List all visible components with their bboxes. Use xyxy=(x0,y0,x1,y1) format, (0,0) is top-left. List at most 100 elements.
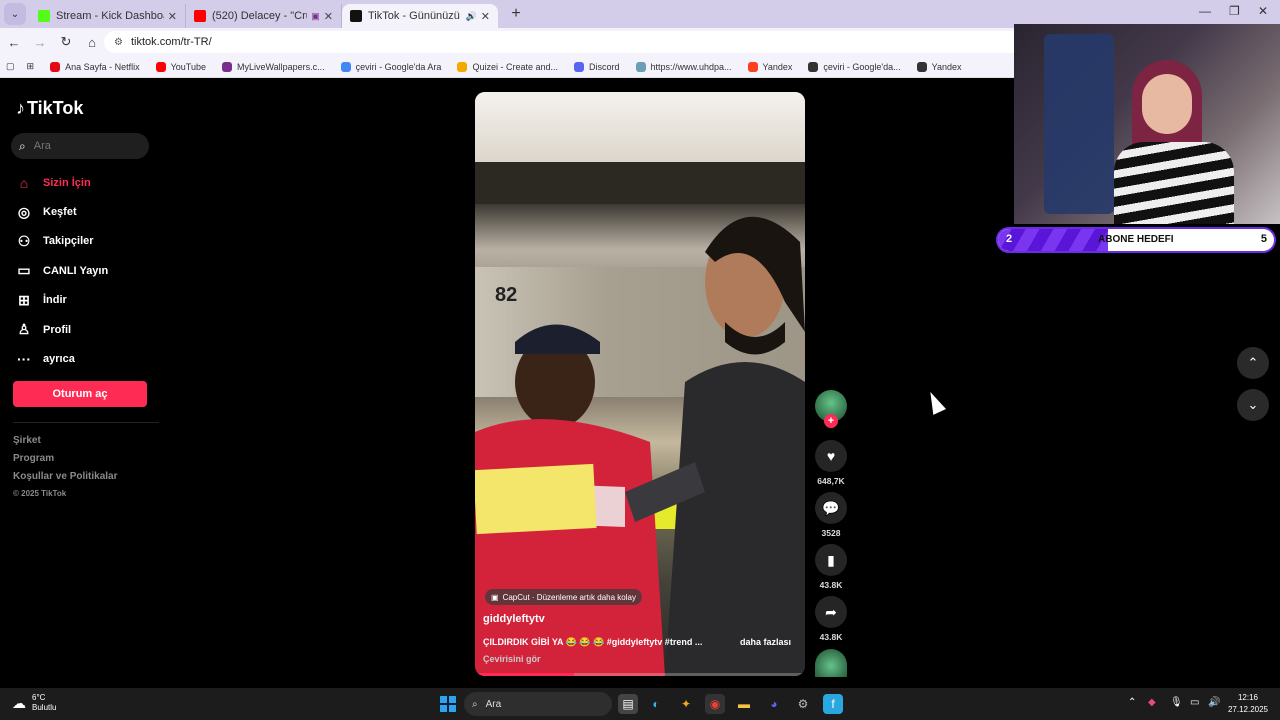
sidebar-item-live[interactable]: ▭ CANLI Yayın xyxy=(16,256,156,285)
previous-video-button[interactable]: ⌃ xyxy=(1237,347,1269,379)
video-progress-fill xyxy=(475,673,574,676)
video-username[interactable]: giddyleftytv xyxy=(483,613,545,625)
microphone-icon[interactable]: 🎙 xyxy=(1170,697,1183,708)
bookmark-discord[interactable]: Discord xyxy=(573,61,620,72)
search-icon: ⌕ xyxy=(472,698,478,710)
tab-search-button[interactable]: ⌄ xyxy=(4,3,26,25)
system-clock[interactable]: 12:16 27.12.2025 xyxy=(1226,692,1270,716)
close-tab-icon[interactable]: ✕ xyxy=(481,10,490,23)
screen: ⌄ Stream - Kick Dashboard ✕ (520) Delace… xyxy=(0,0,1280,720)
settings-icon[interactable]: ⚙ xyxy=(793,694,813,714)
next-video-button[interactable]: ⌄ xyxy=(1237,389,1269,421)
new-tab-button[interactable]: + xyxy=(504,5,528,23)
youtube-favicon-icon xyxy=(194,10,206,22)
browser-tab-kick[interactable]: Stream - Kick Dashboard ✕ xyxy=(30,4,186,28)
video-progress-bar[interactable] xyxy=(475,673,805,676)
show-more-link[interactable]: daha fazlası xyxy=(740,637,791,647)
forward-icon[interactable]: → xyxy=(28,35,52,50)
sidebar-item-more[interactable]: ··· ayrıca xyxy=(16,344,156,373)
copilot-icon[interactable]: ✦ xyxy=(676,694,696,714)
terms-link[interactable]: Koşullar ve Politikalar xyxy=(13,471,118,489)
bookmark-button[interactable]: ▮ xyxy=(815,544,847,576)
bookmark-mylivewallpapers[interactable]: MyLiveWallpapers.c... xyxy=(221,61,325,72)
wallpaper-icon xyxy=(221,61,232,72)
sidebar-item-upload[interactable]: ⊞ İndir xyxy=(16,286,156,315)
media-control-icon[interactable]: ▣ xyxy=(311,11,320,22)
cloud-icon: ☁ xyxy=(12,694,26,711)
close-tab-icon[interactable]: ✕ xyxy=(168,10,177,23)
live-icon: ▭ xyxy=(17,262,31,279)
file-explorer-icon[interactable]: ▬ xyxy=(734,694,754,714)
comment-icon: 💬 xyxy=(822,499,840,516)
taskbar-search[interactable]: ⌕ Ara xyxy=(464,692,612,716)
share-button[interactable]: ➦ xyxy=(815,596,847,628)
speaker-icon[interactable]: 🔊 xyxy=(466,11,477,22)
bookmark-google-ceviri[interactable]: çeviri - Google'da Ara xyxy=(340,61,442,72)
app-f-icon[interactable]: f xyxy=(823,694,843,714)
discord-taskbar-icon[interactable]: ◕ xyxy=(764,694,784,714)
back-icon[interactable]: ← xyxy=(2,35,26,50)
goal-label: ABONE HEDEFI xyxy=(1098,234,1174,245)
bookmark-label: Discord xyxy=(588,61,620,72)
edge-icon[interactable]: ◐ xyxy=(646,694,666,714)
webcam-streamer-body xyxy=(1114,142,1234,224)
program-link[interactable]: Program xyxy=(13,453,118,471)
sidebar-item-for-you[interactable]: ⌂ Sizin İçin xyxy=(16,168,156,197)
bookmark-quizei[interactable]: Quizei - Create and... xyxy=(457,61,558,72)
bookmark-label: MyLiveWallpapers.c... xyxy=(236,61,325,72)
network-icon[interactable]: ▭ xyxy=(1190,697,1199,708)
like-button[interactable]: ♥ xyxy=(815,440,847,472)
restore-icon[interactable]: ❐ xyxy=(1229,4,1240,18)
bookmark-yandex[interactable]: Yandex xyxy=(747,61,792,72)
capcut-tag[interactable]: ▣ CapCut · Düzenleme artık daha kolay xyxy=(485,589,642,605)
clock-time: 12:16 xyxy=(1237,693,1259,702)
bookmark-yandex-2[interactable]: Yandex xyxy=(916,61,962,72)
bookmark-ceviri-2[interactable]: çeviri - Google'da... xyxy=(808,61,901,72)
bookmark-count: 43.8K xyxy=(819,580,843,590)
bookmark-youtube[interactable]: YouTube xyxy=(155,61,206,72)
bookmark-label: çeviri - Google'da Ara xyxy=(355,61,442,72)
music-disc-avatar[interactable] xyxy=(815,649,847,677)
browser-tab-youtube[interactable]: (520) Delacey - "Cruel Inten ▣ ✕ xyxy=(186,4,342,28)
nav-label: Takipçiler xyxy=(43,235,94,248)
apps-grid-icon[interactable]: ⊞ xyxy=(27,61,35,72)
home-page-icon[interactable]: ⌂ xyxy=(80,35,104,50)
address-bar[interactable]: ⚙ tiktok.com/tr-TR/ xyxy=(104,31,1034,53)
windows-start-icon[interactable] xyxy=(440,696,456,712)
login-button[interactable]: Oturum aç xyxy=(13,381,147,407)
video-player[interactable]: 82 ▣ CapCut · Düzenleme artık daha kolay xyxy=(475,92,805,676)
tray-app-icon[interactable]: ◆ xyxy=(1148,697,1156,708)
sidebar-item-following[interactable]: ⚇ Takipçiler xyxy=(16,227,156,256)
tray-overflow-icon[interactable]: ⌃ xyxy=(1128,697,1136,708)
search-box[interactable]: ⌕ xyxy=(11,133,149,159)
chrome-icon[interactable]: ◉ xyxy=(705,694,725,714)
minimize-icon[interactable]: — xyxy=(1199,4,1211,18)
search-icon: ⌕ xyxy=(19,138,26,153)
close-window-icon[interactable]: ✕ xyxy=(1258,4,1268,18)
bookmark-label: YouTube xyxy=(170,61,206,72)
company-link[interactable]: Şirket xyxy=(13,435,118,453)
close-tab-icon[interactable]: ✕ xyxy=(324,10,333,23)
taskbar-search-label: Ara xyxy=(485,698,502,710)
browser-tab-tiktok[interactable]: TikTok - Gününüzü Güzelleş 🔊 ✕ xyxy=(342,4,498,28)
sidebar-item-explore[interactable]: ◎ Keşfet xyxy=(16,197,156,226)
tiktok-logo[interactable]: ♪ TikTok xyxy=(16,98,83,119)
weather-widget[interactable]: ☁ 6°C Bulutlu xyxy=(12,693,56,713)
follow-plus-icon[interactable]: + xyxy=(824,414,838,428)
comment-button[interactable]: 💬 xyxy=(815,492,847,524)
see-translation-link[interactable]: Çevirisini gör xyxy=(483,654,541,664)
tab-groups-icon[interactable]: ▢ xyxy=(6,61,15,72)
heart-icon: ♥ xyxy=(826,448,836,464)
site-info-icon[interactable]: ⚙ xyxy=(114,37,123,48)
volume-icon[interactable]: 🔊 xyxy=(1208,697,1220,708)
bookmark-netflix[interactable]: Ana Sayfa - Netflix xyxy=(50,61,140,72)
windows-taskbar: ☁ 6°C Bulutlu ⌕ Ara ▤ ◐ ✦ ◉ ▬ ◕ ⚙ f ⌃ ◆ … xyxy=(0,688,1280,720)
search-input[interactable] xyxy=(33,140,134,152)
bookmark-uhdpaper[interactable]: https://www.uhdpa... xyxy=(635,61,732,72)
task-view-icon[interactable]: ▤ xyxy=(618,694,638,714)
reload-icon[interactable]: ↻ xyxy=(54,34,78,50)
sidebar-item-profile[interactable]: ♙ Profil xyxy=(16,315,156,344)
globe-icon xyxy=(808,61,819,72)
bookmark-label: Quizei - Create and... xyxy=(472,61,558,72)
mouse-cursor-icon xyxy=(924,389,946,415)
